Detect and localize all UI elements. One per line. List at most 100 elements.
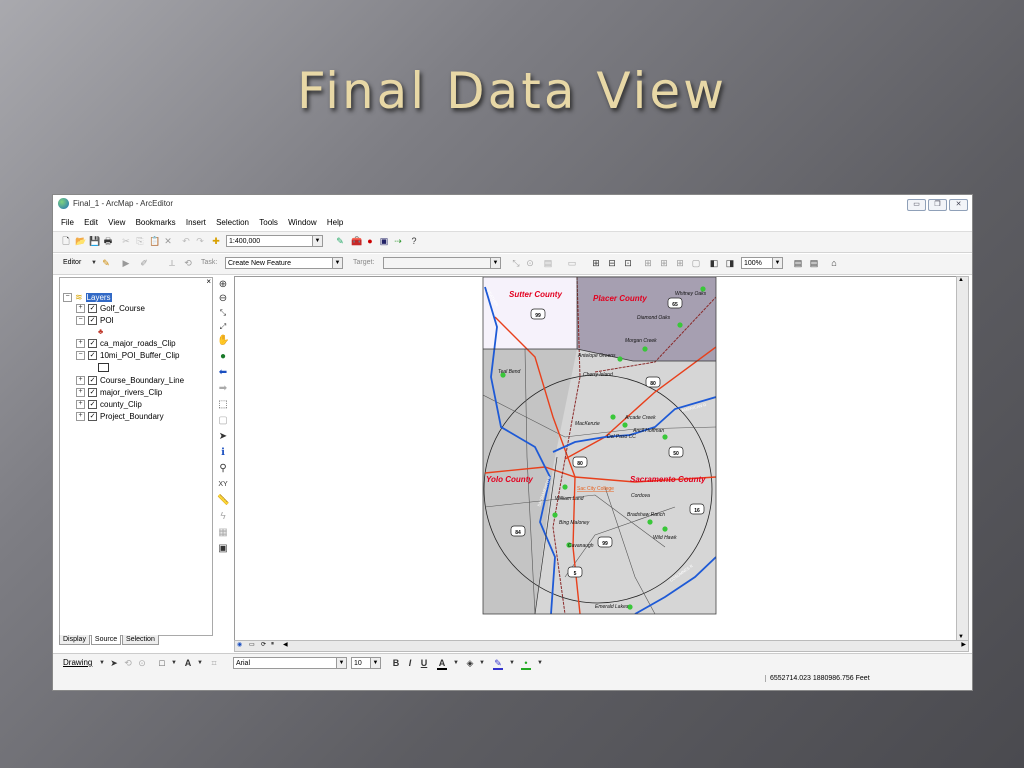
identify-icon[interactable]: ℹ — [217, 447, 229, 459]
map-display[interactable]: Sutter County Placer County Yolo County … — [234, 276, 958, 641]
fixed-zoom-out-icon[interactable]: ⤢ — [217, 321, 229, 333]
font-color-button[interactable]: A — [437, 658, 447, 670]
chevron-down-icon[interactable]: ▼ — [535, 658, 545, 668]
layout-page-icon[interactable]: ▭ — [567, 258, 577, 268]
layer-visibility-checkbox[interactable]: ✓ — [88, 339, 97, 348]
zoom-to-selected-icon[interactable]: ⊙ — [137, 658, 147, 668]
arrow-tool-icon[interactable]: ▶ — [121, 258, 131, 268]
redo-icon[interactable]: ↷ — [195, 236, 205, 246]
layer-row[interactable]: + ✓ ca_major_roads_Clip — [76, 339, 176, 348]
layer-row[interactable]: − ✓ POI — [76, 316, 114, 325]
zoom-whole-page-icon[interactable]: ⊡ — [623, 258, 633, 268]
layout-view-icon[interactable]: ▭ — [249, 641, 255, 648]
next-extent-icon[interactable]: ◨ — [725, 258, 735, 268]
layer-visibility-checkbox[interactable]: ✓ — [88, 304, 97, 313]
change-layout-icon[interactable]: ⌂ — [829, 258, 839, 268]
html-popup-icon[interactable]: ▦ — [217, 527, 229, 539]
add-data-icon[interactable]: ✚ — [211, 236, 221, 246]
zoom-out-icon[interactable]: ⊖ — [217, 293, 229, 305]
layer-row[interactable]: + ✓ county_Clip — [76, 400, 142, 409]
hyperlink-icon[interactable]: ϟ — [217, 511, 229, 523]
focus-frame-icon[interactable]: ▤ — [809, 258, 819, 268]
map-canvas[interactable]: Sutter County Placer County Yolo County … — [235, 277, 957, 640]
data-frame-layers[interactable]: Layers — [85, 293, 112, 302]
italic-button[interactable]: I — [405, 658, 415, 668]
tab-selection[interactable]: Selection — [122, 635, 159, 645]
scroll-left-icon[interactable]: ◀ — [283, 641, 288, 648]
paste-icon[interactable]: 📋 — [149, 236, 160, 246]
expand-icon[interactable]: + — [76, 339, 85, 348]
minimize-icon[interactable]: ▭ — [907, 199, 926, 211]
close-icon[interactable]: × — [206, 277, 211, 286]
time-slider-icon[interactable]: ▣ — [217, 543, 229, 555]
chevron-down-icon[interactable]: ▼ — [97, 658, 107, 668]
tab-display[interactable]: Display — [59, 635, 90, 645]
menu-bookmarks[interactable]: Bookmarks — [136, 218, 176, 227]
back-arrow-icon[interactable]: ⬅ — [217, 367, 229, 379]
zoom-layout-full-icon[interactable]: ⊞ — [675, 258, 685, 268]
print-icon[interactable]: 🖶 — [103, 236, 113, 246]
select-elements-icon[interactable]: ➤ — [109, 658, 119, 668]
new-text-icon[interactable]: A — [183, 658, 193, 668]
zoom-layout-out-icon[interactable]: ⊞ — [659, 258, 669, 268]
zoom-100-icon[interactable]: ▢ — [691, 258, 701, 268]
layer-visibility-checkbox[interactable]: ✓ — [88, 388, 97, 397]
chevron-down-icon[interactable]: ▼ — [89, 258, 99, 268]
cut-icon[interactable]: ✂ — [121, 236, 131, 246]
drawing-menu[interactable]: Drawing — [63, 658, 92, 667]
layer-visibility-checkbox[interactable]: ✓ — [88, 400, 97, 409]
draft-mode-icon[interactable]: ▤ — [793, 258, 803, 268]
model-builder-icon[interactable]: ⇢ — [393, 236, 403, 246]
chevron-down-icon[interactable]: ▼ — [477, 658, 487, 668]
undo-icon[interactable]: ↶ — [181, 236, 191, 246]
vertical-scrollbar[interactable]: ▲ ▼ — [956, 276, 969, 641]
tab-source[interactable]: Source — [90, 635, 122, 645]
arccatalog-icon[interactable]: ● — [365, 236, 375, 246]
scroll-up-icon[interactable]: ▲ — [958, 277, 964, 283]
restore-icon[interactable]: ❐ — [928, 199, 947, 211]
layer-row[interactable]: + ✓ Project_Boundary — [76, 412, 164, 421]
target-combo[interactable]: ▼ — [383, 257, 501, 269]
menu-edit[interactable]: Edit — [84, 218, 98, 227]
arctoolbox-icon[interactable]: 🧰 — [351, 236, 362, 246]
expand-icon[interactable]: + — [76, 304, 85, 313]
line-color-icon[interactable]: ✎ — [493, 658, 503, 670]
open-folder-icon[interactable]: 📂 — [75, 236, 86, 246]
expand-icon[interactable]: + — [76, 388, 85, 397]
command-line-icon[interactable]: ▣ — [379, 236, 389, 246]
expand-icon[interactable]: + — [76, 376, 85, 385]
layer-row[interactable]: + ✓ Course_Boundary_Line — [76, 376, 184, 385]
scroll-right-icon[interactable]: ▶ — [961, 641, 966, 648]
chevron-down-icon[interactable]: ▼ — [451, 658, 461, 668]
expand-icon[interactable]: + — [76, 412, 85, 421]
zoom-in-icon[interactable]: ⊕ — [217, 279, 229, 291]
layer-row[interactable]: + ✓ major_rivers_Clip — [76, 388, 162, 397]
menu-view[interactable]: View — [108, 218, 125, 227]
map-scale-combo[interactable]: 1:400,000 ▼ — [226, 235, 323, 247]
task-combo[interactable]: Create New Feature ▼ — [225, 257, 343, 269]
fill-color-icon[interactable]: ◈ — [465, 658, 475, 668]
layer-visibility-checkbox[interactable]: ✓ — [88, 376, 97, 385]
find-binoculars-icon[interactable]: ⚲ — [217, 463, 229, 475]
zoom-layout-in-icon[interactable]: ⊞ — [643, 258, 653, 268]
previous-extent-icon[interactable]: ◧ — [709, 258, 719, 268]
fixed-zoom-in-icon[interactable]: ⤡ — [217, 307, 229, 319]
go-to-xy-icon[interactable]: XY — [217, 479, 229, 491]
copy-icon[interactable]: ⎘ — [135, 236, 145, 246]
full-extent-globe-icon[interactable]: ● — [217, 351, 229, 363]
layout-zoom-combo[interactable]: 100% ▼ — [741, 257, 783, 269]
delete-icon[interactable]: ✕ — [163, 236, 173, 246]
marker-color-icon[interactable]: • — [521, 658, 531, 670]
layer-row[interactable]: + ✓ Golf_Course — [76, 304, 145, 313]
select-features-icon[interactable]: ⬚ — [217, 399, 229, 411]
expand-icon[interactable]: + — [76, 400, 85, 409]
editor-toolbar-icon[interactable]: ✎ — [335, 236, 345, 246]
collapse-icon[interactable]: − — [76, 316, 85, 325]
menu-insert[interactable]: Insert — [186, 218, 206, 227]
menu-selection[interactable]: Selection — [216, 218, 249, 227]
pan-hand-icon[interactable]: ✋ — [217, 335, 229, 347]
data-view-icon[interactable]: ◉ — [237, 641, 242, 648]
menu-window[interactable]: Window — [288, 218, 316, 227]
attributes-icon[interactable]: ⊙ — [525, 258, 535, 268]
layer-visibility-checkbox[interactable]: ✓ — [88, 412, 97, 421]
